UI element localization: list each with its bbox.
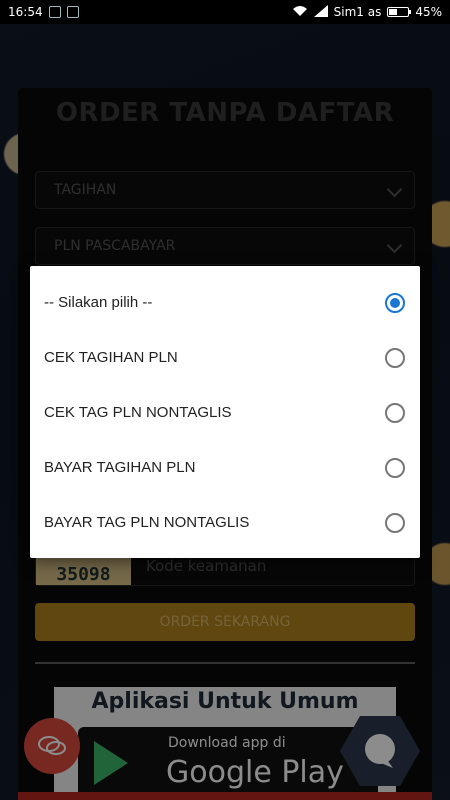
option-item[interactable]: -- Silakan pilih --	[30, 275, 420, 330]
radio-button-selected[interactable]	[385, 292, 405, 313]
battery-percent: 45%	[415, 5, 442, 19]
option-item[interactable]: BAYAR TAG PLN NONTAGLIS	[30, 495, 420, 550]
radio-button[interactable]	[385, 402, 405, 423]
battery-level	[389, 9, 398, 15]
radio-button[interactable]	[385, 457, 405, 478]
option-label: BAYAR TAG PLN NONTAGLIS	[44, 514, 250, 531]
option-item[interactable]: BAYAR TAGIHAN PLN	[30, 440, 420, 495]
carrier-name: Sim1 as	[333, 5, 382, 19]
option-item[interactable]: CEK TAGIHAN PLN	[30, 330, 420, 385]
option-label: -- Silakan pilih --	[44, 294, 153, 311]
option-label: CEK TAG PLN NONTAGLIS	[44, 404, 232, 421]
status-time: 16:54	[8, 5, 43, 19]
battery-icon	[387, 7, 412, 17]
signal-icon	[313, 4, 328, 20]
notification-icon	[48, 6, 61, 18]
option-label: BAYAR TAGIHAN PLN	[44, 459, 196, 476]
option-label: CEK TAGIHAN PLN	[44, 349, 178, 366]
radio-button[interactable]	[385, 512, 405, 533]
status-bar: 16:54 Sim1 as 45%	[0, 0, 450, 24]
app-notification-icon	[66, 6, 79, 18]
option-dialog: -- Silakan pilih -- CEK TAGIHAN PLN CEK …	[30, 266, 420, 558]
wifi-icon	[292, 5, 308, 20]
radio-button[interactable]	[385, 347, 405, 368]
option-item[interactable]: CEK TAG PLN NONTAGLIS	[30, 385, 420, 440]
